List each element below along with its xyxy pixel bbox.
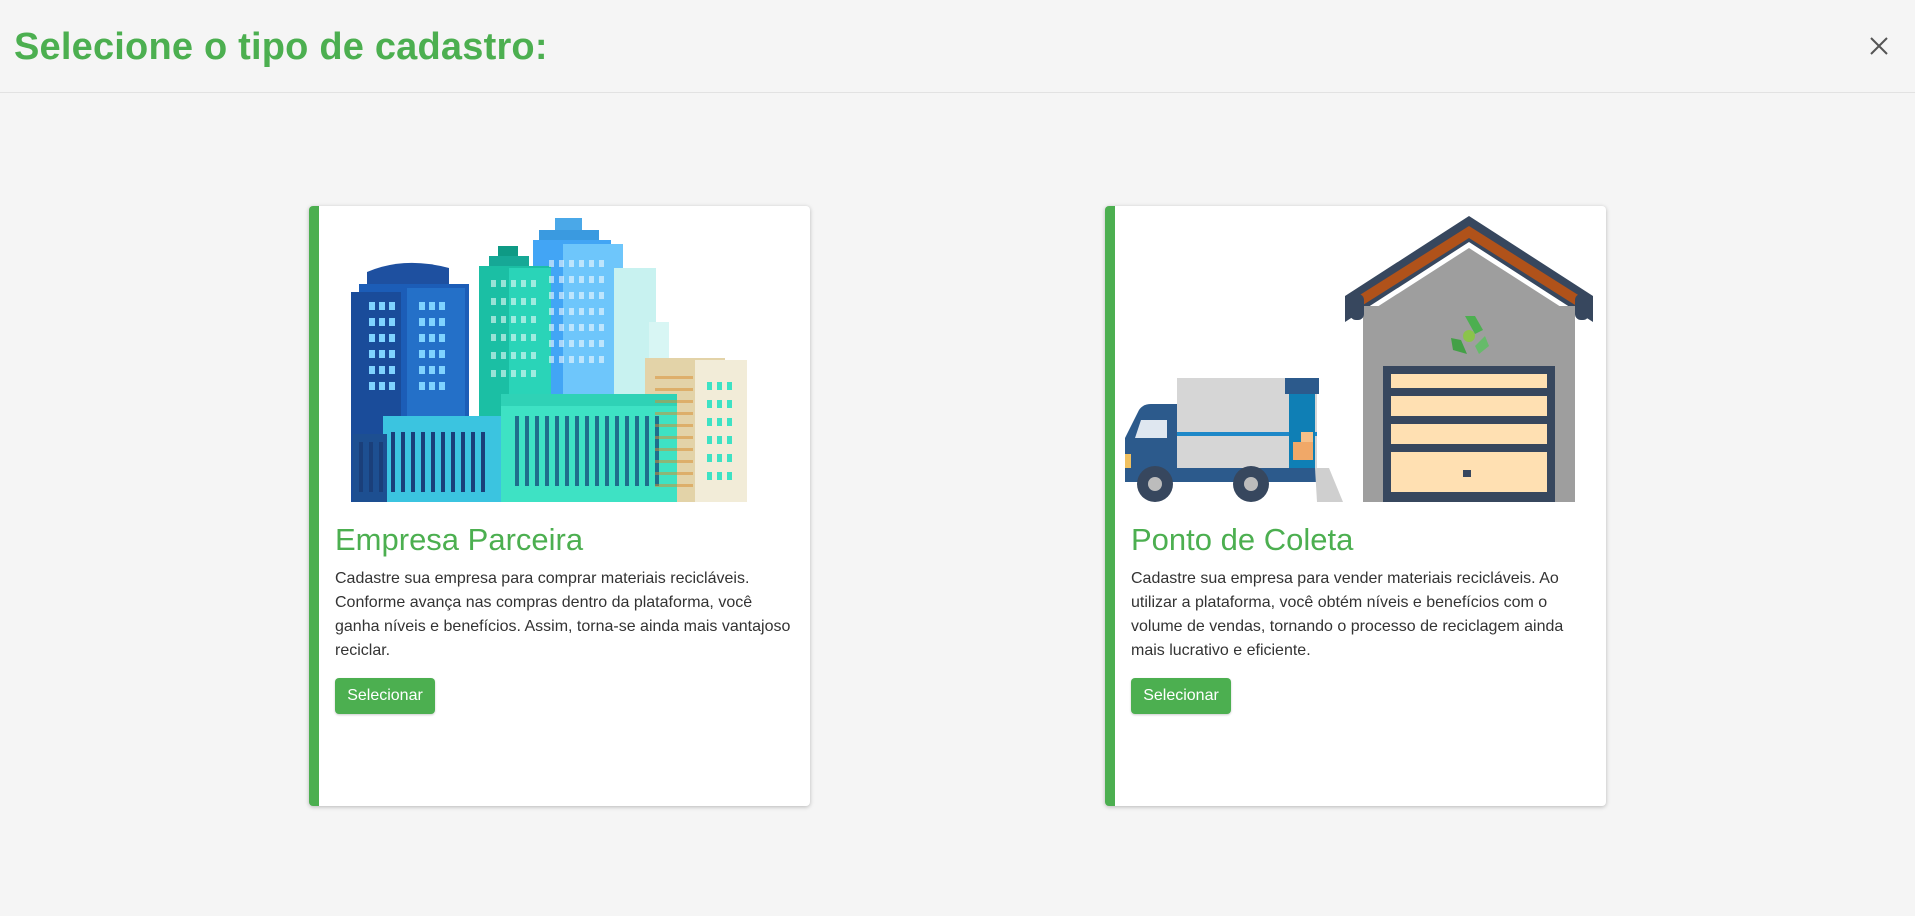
city-buildings-illustration <box>319 206 810 506</box>
card-title: Empresa Parceira <box>335 522 584 557</box>
card-description: Cadastre sua empresa para vender materia… <box>1131 570 1564 659</box>
card-ponto-de-coleta: Ponto de Coleta Cadastre sua empresa par… <box>1105 206 1606 806</box>
select-ponto-de-coleta-button[interactable]: Selecionar <box>1131 678 1231 714</box>
truck-warehouse-illustration <box>1115 206 1606 506</box>
modal-header: Selecione o tipo de cadastro: <box>0 0 1915 93</box>
card-empresa-parceira: Empresa Parceira Cadastre sua empresa pa… <box>309 206 810 806</box>
card-description: Cadastre sua empresa para comprar materi… <box>335 570 791 659</box>
close-icon[interactable] <box>1865 32 1893 60</box>
card-title: Ponto de Coleta <box>1131 522 1354 557</box>
modal-title: Selecione o tipo de cadastro: <box>14 26 548 68</box>
select-empresa-parceira-button[interactable]: Selecionar <box>335 678 435 714</box>
